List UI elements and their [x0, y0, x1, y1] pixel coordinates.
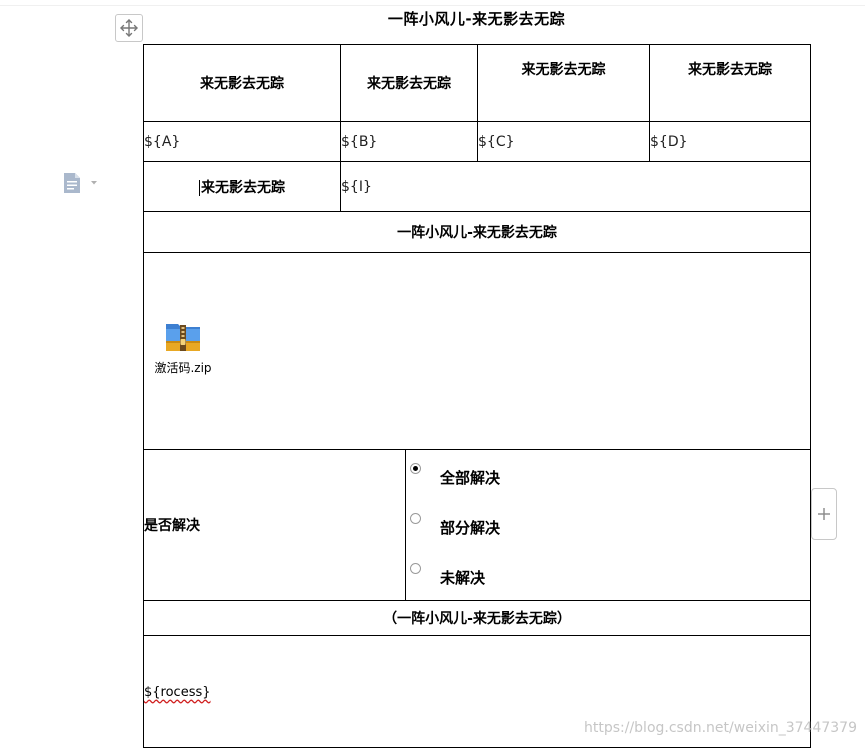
radio-button-partial[interactable]: [410, 513, 421, 524]
header-cell-1[interactable]: 来无影去无踪: [143, 44, 341, 122]
table-move-handle[interactable]: [115, 14, 143, 42]
placeholder-cell-c[interactable]: ${C}: [477, 121, 650, 162]
row3-label: 来无影去无踪: [201, 179, 285, 196]
radio-option-all[interactable]: 全部解决: [406, 450, 810, 500]
document-icon: [64, 173, 97, 193]
process-placeholder: ${rocess}: [144, 684, 211, 700]
row-3: 来无影去无踪 ${I}: [143, 161, 811, 212]
row3-value-cell[interactable]: ${I}: [340, 161, 811, 212]
plus-icon: [818, 508, 830, 520]
attachment-cell[interactable]: 激活码.zip: [143, 252, 811, 450]
page-title: 一阵小风儿-来无影去无踪: [387, 10, 566, 28]
document-table: 来无影去无踪 来无影去无踪 来无影去无踪 来无影去无踪 ${A} ${B} ${…: [143, 44, 811, 748]
paragraph-menu[interactable]: [62, 172, 102, 194]
header-cell-2[interactable]: 来无影去无踪: [340, 44, 478, 122]
row3-label-cell[interactable]: 来无影去无踪: [143, 161, 341, 212]
radio-option-partial[interactable]: 部分解决: [406, 500, 810, 550]
header-row: 来无影去无踪 来无影去无踪 来无影去无踪 来无影去无踪: [143, 44, 811, 122]
placeholder-cell-d[interactable]: ${D}: [649, 121, 811, 162]
radio-option-none[interactable]: 未解决: [406, 550, 810, 600]
section-title[interactable]: 一阵小风儿-来无影去无踪: [143, 211, 811, 253]
move-arrows-icon: [120, 19, 138, 37]
radio-button-all[interactable]: [410, 463, 421, 474]
zip-archive-icon: [166, 324, 200, 351]
footer-title-row: （一阵小风儿-来无影去无踪）: [143, 600, 811, 636]
add-column-button[interactable]: [811, 488, 837, 540]
resolve-options-cell: 全部解决 部分解决 未解决: [405, 449, 811, 601]
radio-label-none: 未解决: [440, 568, 486, 587]
resolve-label[interactable]: 是否解决: [143, 449, 406, 601]
radio-label-partial: 部分解决: [440, 518, 501, 537]
resolve-row: 是否解决 全部解决 部分解决 未解决: [143, 449, 811, 601]
chevron-down-icon: [91, 181, 97, 185]
radio-label-all: 全部解决: [440, 468, 501, 487]
text-cursor: [199, 179, 200, 196]
header-cell-3[interactable]: 来无影去无踪: [477, 44, 650, 122]
watermark: https://blog.csdn.net/weixin_37447379: [583, 720, 857, 736]
attachment-name: 激活码.zip: [154, 361, 212, 375]
placeholder-cell-a[interactable]: ${A}: [143, 121, 341, 162]
radio-button-none[interactable]: [410, 563, 421, 574]
header-cell-4[interactable]: 来无影去无踪: [649, 44, 811, 122]
top-rule: [0, 0, 865, 6]
placeholder-cell-b[interactable]: ${B}: [340, 121, 478, 162]
placeholder-row: ${A} ${B} ${C} ${D}: [143, 121, 811, 162]
section-title-row: 一阵小风儿-来无影去无踪: [143, 211, 811, 253]
attachment-file[interactable]: 激活码.zip: [152, 319, 214, 376]
attachment-row: 激活码.zip: [143, 252, 811, 450]
footer-title[interactable]: （一阵小风儿-来无影去无踪）: [143, 600, 811, 636]
